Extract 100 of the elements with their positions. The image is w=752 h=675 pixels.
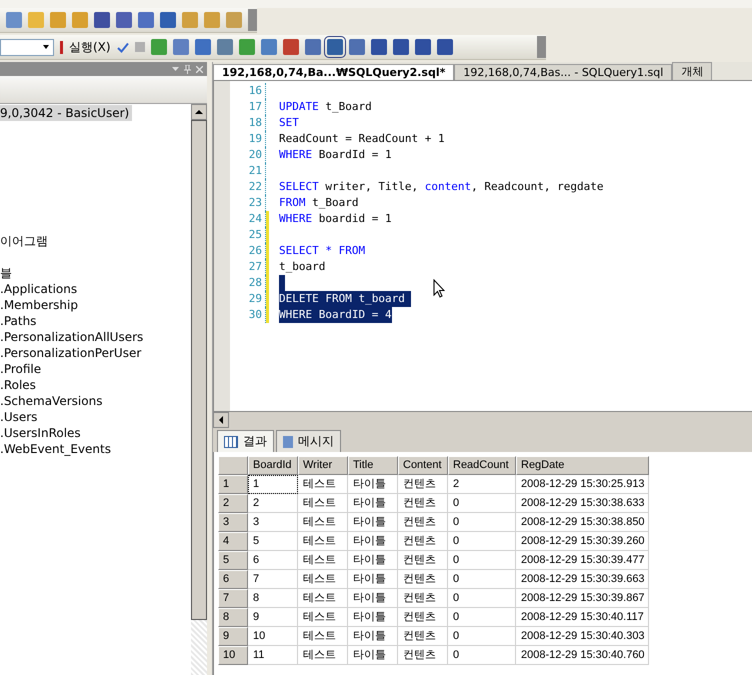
table-cell: 2008-12-29 15:30:38.633 [516, 494, 649, 513]
row-header[interactable]: 9 [218, 627, 248, 646]
results-tab[interactable]: 결과 [217, 430, 274, 452]
stop-icon[interactable] [134, 42, 145, 52]
tree-item[interactable]: .Membership [0, 297, 81, 313]
line-number: 21 [230, 163, 266, 179]
tree-item[interactable]: .Applications [0, 281, 80, 297]
table-cell: 10 [248, 627, 298, 646]
table-cell: 6 [248, 551, 298, 570]
database-dropdown[interactable] [0, 38, 54, 56]
table-cell: 타이틀 [348, 608, 398, 627]
code-line: UPDATE t_Board [279, 99, 372, 115]
table-cell: 0 [448, 627, 516, 646]
tree-item[interactable]: 9,0,3042 - BasicUser) [0, 105, 132, 121]
table-cell: 2008-12-29 15:30:40.117 [516, 608, 649, 627]
tree-item[interactable]: .PersonalizationAllUsers [0, 329, 146, 345]
row-header[interactable]: 8 [218, 608, 248, 627]
code-line: WHERE BoardId = 1 [279, 147, 392, 163]
column-header[interactable]: Title [348, 456, 398, 475]
table-cell: 0 [448, 494, 516, 513]
tree-item[interactable]: .WebEvent_Events [0, 441, 114, 457]
table-cell: 컨텐츠 [398, 627, 448, 646]
column-header[interactable]: Writer [298, 456, 348, 475]
table-cell: 5 [248, 532, 298, 551]
document-tab[interactable]: 192,168,0,74,Ba...₩SQLQuery2.sql* [213, 64, 454, 80]
table-cell: 2008-12-29 15:30:39.260 [516, 532, 649, 551]
table-cell: 0 [448, 646, 516, 665]
tree-item[interactable]: .Roles [0, 377, 39, 393]
table-cell: 3 [248, 513, 298, 532]
tree-item[interactable]: .Paths [0, 313, 40, 329]
table-cell: 타이틀 [348, 627, 398, 646]
table-cell: 2008-12-29 15:30:39.663 [516, 570, 649, 589]
table-cell: 0 [448, 551, 516, 570]
table-cell: 컨텐츠 [398, 513, 448, 532]
column-header[interactable]: Content [398, 456, 448, 475]
table-cell: 타이틀 [348, 589, 398, 608]
table-cell: 테스트 [298, 494, 348, 513]
tree-item[interactable]: 이어그램 [0, 233, 51, 249]
tree-item[interactable]: .UsersInRoles [0, 425, 84, 441]
document-tab[interactable]: 192,168,0,74,Bas... - SQLQuery1.sql [454, 64, 672, 80]
row-header[interactable]: 2 [218, 494, 248, 513]
tree-item[interactable]: 블 [0, 265, 15, 281]
scrollbar[interactable] [213, 411, 752, 428]
table-cell: 2008-12-29 15:30:40.303 [516, 627, 649, 646]
code-line: FROM t_Board [279, 195, 358, 211]
table-cell: 1 [248, 475, 298, 494]
line-number: 17 [230, 99, 266, 115]
table-cell: 타이틀 [348, 532, 398, 551]
table-cell: 컨텐츠 [398, 608, 448, 627]
table-cell: 컨텐츠 [398, 551, 448, 570]
table-cell: 컨텐츠 [398, 589, 448, 608]
close-icon[interactable] [196, 66, 203, 72]
code-line: ReadCount = ReadCount + 1 [279, 131, 445, 147]
table-cell: 타이틀 [348, 494, 398, 513]
table-cell: 0 [448, 608, 516, 627]
grid-icon [224, 436, 238, 448]
table-cell: 0 [448, 570, 516, 589]
row-header[interactable]: 1 [218, 475, 248, 494]
table-cell: 타이틀 [348, 646, 398, 665]
tree-item[interactable]: .Profile [0, 361, 44, 377]
table-cell: 테스트 [298, 589, 348, 608]
tree-item[interactable]: .SchemaVersions [0, 393, 106, 409]
code-line: t_board [279, 259, 326, 275]
scroll-up-button[interactable] [191, 104, 207, 120]
document-tab[interactable]: 개체 [672, 62, 712, 80]
row-header[interactable]: 6 [218, 570, 248, 589]
table-cell: 11 [248, 646, 298, 665]
column-header[interactable]: BoardId [248, 456, 298, 475]
line-number: 18 [230, 115, 266, 131]
column-header[interactable]: RegDate [516, 456, 649, 475]
table-cell: 7 [248, 570, 298, 589]
column-header[interactable]: ReadCount [448, 456, 516, 475]
row-header[interactable]: 7 [218, 589, 248, 608]
table-cell: 2008-12-29 15:30:39.477 [516, 551, 649, 570]
checkmark-icon[interactable] [116, 42, 129, 52]
table-cell: 2008-12-29 15:30:25.913 [516, 475, 649, 494]
table-cell: 타이틀 [348, 513, 398, 532]
row-header[interactable]: 5 [218, 551, 248, 570]
table-cell: 0 [448, 513, 516, 532]
table-cell: 컨텐츠 [398, 475, 448, 494]
table-cell: 테스트 [298, 475, 348, 494]
row-header[interactable]: 10 [218, 646, 248, 665]
row-header[interactable]: 4 [218, 532, 248, 551]
table-cell: 테스트 [298, 646, 348, 665]
table-cell: 테스트 [298, 570, 348, 589]
code-editor[interactable] [213, 81, 752, 411]
execute-button[interactable]: 실행(X) [69, 38, 111, 56]
table-cell: 0 [448, 589, 516, 608]
dropdown-icon[interactable] [172, 67, 179, 71]
code-line: WHERE boardid = 1 [279, 211, 392, 227]
tree-item[interactable]: .Users [0, 409, 40, 425]
table-cell: 컨텐츠 [398, 532, 448, 551]
table-cell: 2008-12-29 15:30:38.850 [516, 513, 649, 532]
results-tab[interactable]: 메시지 [276, 430, 341, 452]
scroll-left-button[interactable] [213, 412, 229, 428]
table-cell: 컨텐츠 [398, 494, 448, 513]
table-cell: 2 [448, 475, 516, 494]
pin-icon[interactable] [184, 64, 191, 74]
row-header[interactable]: 3 [218, 513, 248, 532]
tree-item[interactable]: .PersonalizationPerUser [0, 345, 144, 361]
